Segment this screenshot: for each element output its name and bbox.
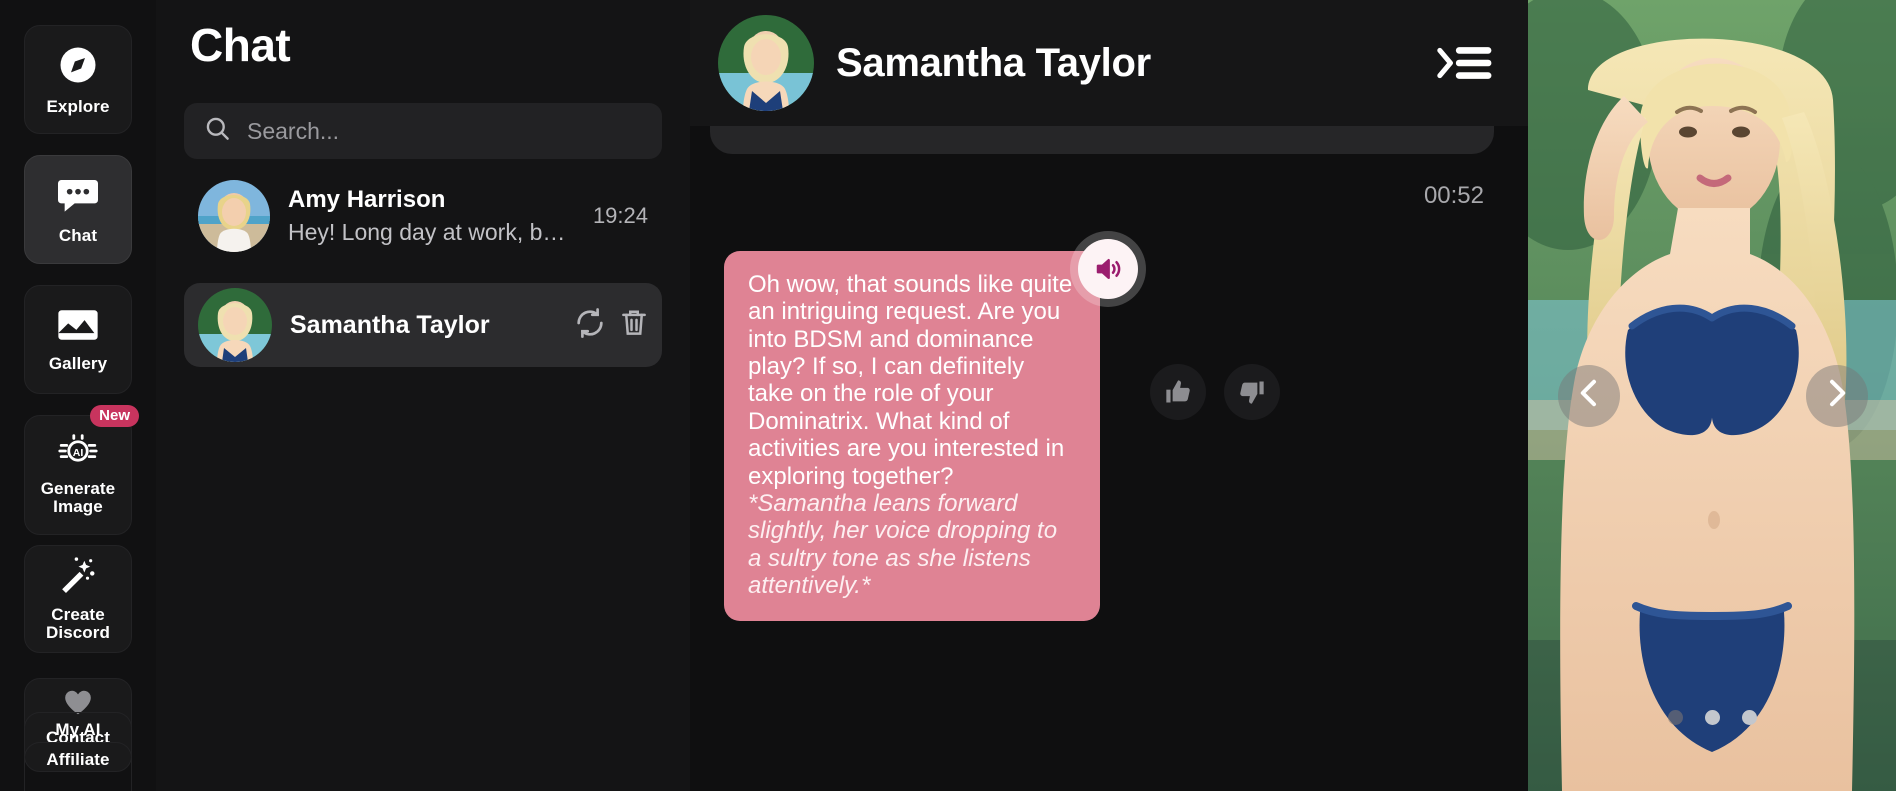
- nav-label-chat: Chat: [58, 225, 98, 245]
- nav-item-explore[interactable]: Explore: [24, 25, 132, 134]
- svg-text:AI: AI: [73, 447, 84, 459]
- nav-item-gallery[interactable]: Gallery: [24, 285, 132, 394]
- nav-label-affiliate: Affiliate: [46, 750, 110, 769]
- compass-icon: [57, 44, 99, 91]
- avatar: [198, 180, 270, 252]
- conversation-name: Samantha Taylor: [290, 310, 490, 339]
- message-area: 11:51 00:52 Oh wow, that sounds like qui…: [690, 126, 1528, 791]
- nav-item-generate-image[interactable]: New AI Generate Image: [24, 405, 139, 535]
- nav-label-my-ai: My AI: [55, 720, 101, 739]
- carousel-next-button[interactable]: [1806, 364, 1868, 427]
- app-root: Explore Chat Gallery New AI Generate Ima…: [0, 0, 1896, 791]
- search-input[interactable]: [247, 117, 642, 145]
- refresh-icon[interactable]: [574, 307, 606, 344]
- conversation-time: 19:24: [592, 203, 648, 228]
- chat-main-panel: Samantha Taylor 11:51 00:52 Oh wow, that…: [690, 0, 1528, 791]
- new-badge: New: [90, 405, 139, 428]
- assistant-message-bubble: Oh wow, that sounds like quite an intrig…: [724, 239, 1138, 622]
- message-text-italic: *Samantha leans forward slightly, her vo…: [748, 489, 1058, 599]
- list-item[interactable]: Samantha Taylor: [184, 283, 662, 367]
- message-timestamp: 00:52: [1423, 182, 1484, 209]
- list-item[interactable]: Amy Harrison Hey! Long day at work, bu… …: [184, 179, 662, 253]
- carousel-dot[interactable]: [1704, 710, 1720, 725]
- chat-header: Samantha Taylor: [690, 0, 1528, 126]
- chat-title: Samantha Taylor: [836, 40, 1151, 85]
- chevron-left-icon: [1576, 378, 1602, 413]
- chevron-right-icon: [1824, 378, 1850, 413]
- avatar: [198, 288, 272, 362]
- nav-label-create-discord: Create Discord: [46, 605, 110, 642]
- trash-icon[interactable]: [620, 308, 648, 343]
- conversation-name: Amy Harrison: [288, 186, 446, 213]
- nav-item-create-discord[interactable]: Create Discord: [24, 545, 132, 653]
- previous-message-bubble: [710, 126, 1494, 154]
- page-title: Chat: [190, 19, 291, 71]
- search-icon: [204, 115, 231, 147]
- nav-label-generate-image: Generate Image: [40, 479, 116, 516]
- avatar[interactable]: [718, 15, 814, 111]
- speaker-play-icon[interactable]: [1078, 239, 1138, 299]
- carousel-dot[interactable]: [1667, 710, 1683, 725]
- thumbs-up-icon[interactable]: [1150, 364, 1206, 420]
- carousel-prev-button[interactable]: [1558, 364, 1620, 427]
- thumbs-down-icon[interactable]: [1224, 364, 1280, 420]
- gallery-image-icon: [56, 307, 100, 348]
- nav-label-gallery: Gallery: [48, 353, 108, 373]
- carousel-dot[interactable]: [1741, 710, 1757, 725]
- carousel-dots: [1528, 710, 1896, 725]
- ai-generate-icon: AI: [57, 434, 99, 473]
- nav-label-explore: Explore: [46, 96, 110, 116]
- list-item-text: Amy Harrison Hey! Long day at work, bu…: [288, 186, 567, 246]
- chat-bubble-icon: [56, 175, 100, 220]
- conversation-preview: Hey! Long day at work, bu…: [288, 219, 567, 245]
- search-bar[interactable]: [184, 103, 662, 159]
- media-carousel-panel: [1528, 0, 1896, 791]
- message-text: Oh wow, that sounds like quite an intrig…: [748, 271, 1073, 490]
- nav-item-chat[interactable]: Chat: [24, 155, 132, 264]
- conversation-actions: [574, 307, 648, 344]
- collapse-menu-icon[interactable]: [1434, 39, 1492, 87]
- primary-nav-rail: Explore Chat Gallery New AI Generate Ima…: [0, 0, 156, 791]
- nav-item-affiliate[interactable]: Affiliate: [24, 742, 132, 791]
- list-item-text: Samantha Taylor: [290, 311, 556, 340]
- magic-wand-icon: [57, 556, 99, 599]
- message-feedback: [1150, 364, 1280, 420]
- conversation-list-panel: Chat Amy Harrison Hey: [156, 0, 690, 791]
